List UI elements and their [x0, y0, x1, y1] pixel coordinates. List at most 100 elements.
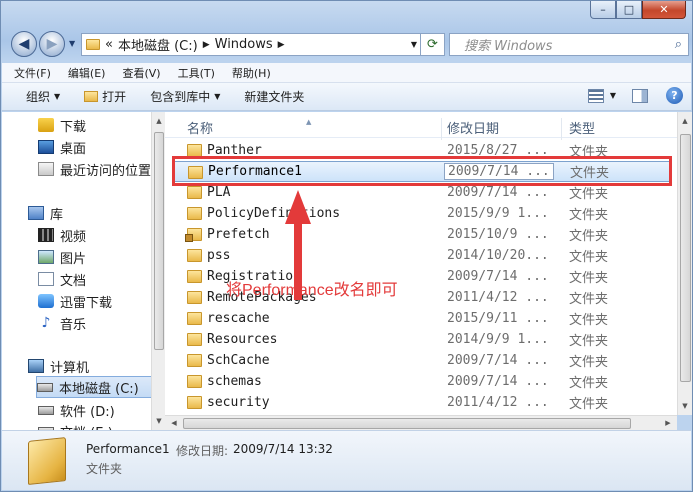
chevron-right-icon[interactable]: ▶: [203, 40, 210, 50]
view-controls: ▼ ?: [587, 87, 683, 104]
nav-header-label: 库: [50, 207, 64, 223]
nav-header-label: 计算机: [50, 360, 90, 376]
menu-bar: 文件(F) 编辑(E) 查看(V) 工具(T) 帮助(H): [2, 63, 691, 83]
scrollbar-thumb[interactable]: [680, 134, 691, 382]
breadcrumb-overflow[interactable]: «: [105, 37, 113, 52]
column-header-date[interactable]: 修改日期: [447, 118, 499, 137]
file-date: 2009/7/14 ...: [447, 185, 549, 200]
view-details-icon[interactable]: [587, 88, 604, 103]
navigation-row: ◀ ▶ ▼ « 本地磁盘 (C:) ▶ Windows ▶ ▼ ⟳ 搜索 Win…: [9, 29, 689, 59]
scrollbar-thumb[interactable]: [154, 132, 164, 350]
search-icon[interactable]: ⌕: [675, 37, 682, 52]
scroll-down-icon[interactable]: ▼: [152, 414, 166, 428]
details-date-label: 修改日期:: [176, 444, 229, 458]
scroll-up-icon[interactable]: ▲: [678, 114, 692, 128]
nav-item-libraries[interactable]: 库: [28, 202, 63, 224]
document-icon: [38, 272, 54, 286]
search-placeholder: 搜索 Windows: [464, 39, 553, 54]
maximize-button[interactable]: □: [616, 1, 642, 19]
nav-item-documents[interactable]: 文档: [38, 268, 86, 290]
column-header-type[interactable]: 类型: [569, 118, 595, 137]
thunder-icon: [38, 294, 54, 308]
video-icon: [38, 228, 54, 242]
scrollbar-thumb[interactable]: [183, 418, 631, 429]
open-folder-icon: [84, 91, 99, 102]
nav-item-computer[interactable]: 计算机: [28, 355, 89, 377]
folder-icon: [187, 207, 202, 220]
nav-item-recent-places[interactable]: 最近访问的位置: [38, 158, 151, 180]
breadcrumb-windows[interactable]: Windows: [215, 37, 273, 52]
column-header-name[interactable]: 名称: [187, 118, 213, 137]
file-date: 2011/4/12 ...: [447, 395, 549, 410]
nav-item-pictures[interactable]: 图片: [38, 246, 86, 268]
include-in-library-button[interactable]: 包含到库中 ▼: [150, 88, 220, 105]
libraries-icon: [28, 206, 44, 220]
open-button[interactable]: 打开: [84, 88, 126, 105]
menu-view[interactable]: 查看(V): [122, 65, 160, 81]
minimize-button[interactable]: –: [590, 1, 616, 19]
back-button[interactable]: ◀: [11, 31, 37, 57]
file-list-scrollbar[interactable]: ▲ ▼: [677, 112, 692, 415]
nav-item-videos[interactable]: 视频: [38, 224, 86, 246]
navigation-pane: 下载 桌面 最近访问的位置 库 视频 图片 文档 迅雷下载 ♪ 音乐 计算机 本…: [2, 112, 152, 430]
nav-pane-scrollbar[interactable]: ▲ ▼: [151, 112, 165, 430]
recent-pages-dropdown[interactable]: ▼: [69, 39, 75, 48]
file-type: 文件夹: [569, 397, 609, 412]
nav-item-label: 最近访问的位置: [60, 163, 152, 179]
computer-icon: [28, 359, 44, 373]
table-row[interactable]: rescache 2015/9/11 ... 文件夹: [173, 308, 671, 329]
nav-item-desktop[interactable]: 桌面: [38, 136, 86, 158]
menu-edit[interactable]: 编辑(E): [68, 65, 106, 81]
organize-button[interactable]: 组织 ▼: [26, 88, 60, 105]
nav-item-music[interactable]: ♪ 音乐: [38, 312, 86, 334]
file-name: pss: [207, 248, 231, 263]
nav-item-drive-e[interactable]: 文档 (E:): [38, 420, 113, 430]
menu-file[interactable]: 文件(F): [14, 65, 51, 81]
folder-icon: [86, 39, 100, 50]
scroll-left-icon[interactable]: ◀: [167, 416, 181, 430]
column-divider[interactable]: [441, 118, 442, 140]
table-row[interactable]: security 2011/4/12 ... 文件夹: [173, 392, 671, 413]
table-row[interactable]: Resources 2014/9/9 1... 文件夹: [173, 329, 671, 350]
nav-item-downloads[interactable]: 下载: [38, 114, 86, 136]
scroll-up-icon[interactable]: ▲: [152, 114, 166, 128]
horizontal-scrollbar[interactable]: ◀ ▶: [165, 415, 677, 430]
breadcrumb-local-disk[interactable]: 本地磁盘 (C:): [118, 35, 198, 54]
new-folder-button[interactable]: 新建文件夹: [244, 88, 304, 105]
menu-help[interactable]: 帮助(H): [232, 65, 271, 81]
preview-pane-icon[interactable]: [632, 88, 648, 103]
file-name: Resources: [207, 332, 278, 347]
refresh-button[interactable]: ⟳: [421, 33, 445, 56]
file-date: 2015/9/9 1...: [447, 206, 549, 221]
nav-item-label: 视频: [60, 229, 87, 245]
search-input[interactable]: 搜索 Windows ⌕: [449, 33, 689, 56]
chevron-down-icon: ▼: [54, 92, 61, 101]
nav-item-thunder-downloads[interactable]: 迅雷下载: [38, 290, 112, 312]
address-dropdown-icon[interactable]: ▼: [411, 40, 417, 49]
scroll-right-icon[interactable]: ▶: [661, 416, 675, 430]
column-divider[interactable]: [561, 118, 562, 140]
forward-button[interactable]: ▶: [39, 31, 65, 57]
help-icon[interactable]: ?: [666, 87, 683, 104]
nav-item-drive-d[interactable]: 软件 (D:): [38, 399, 115, 421]
chevron-right-icon[interactable]: ▶: [278, 40, 285, 50]
menu-tools[interactable]: 工具(T): [178, 65, 215, 81]
table-row[interactable]: Prefetch 2015/10/9 ... 文件夹: [173, 224, 671, 245]
folder-icon: [187, 333, 202, 346]
table-row[interactable]: SchCache 2009/7/14 ... 文件夹: [173, 350, 671, 371]
arrow-right-icon: ▶: [46, 36, 58, 52]
file-name: schemas: [207, 374, 262, 389]
arrow-left-icon: ◀: [18, 36, 30, 52]
table-row[interactable]: PolicyDefinitions 2015/9/9 1... 文件夹: [173, 203, 671, 224]
close-button[interactable]: ✕: [642, 1, 686, 19]
nav-item-local-disk-c[interactable]: 本地磁盘 (C:): [36, 376, 152, 398]
command-bar: 组织 ▼ 打开 包含到库中 ▼ 新建文件夹 ▼ ?: [2, 83, 691, 111]
view-dropdown-icon[interactable]: ▼: [610, 91, 616, 100]
scroll-down-icon[interactable]: ▼: [678, 399, 692, 413]
table-row[interactable]: schemas 2009/7/14 ... 文件夹: [173, 371, 671, 392]
table-row[interactable]: pss 2014/10/20... 文件夹: [173, 245, 671, 266]
file-type: 文件夹: [569, 355, 609, 370]
address-bar[interactable]: « 本地磁盘 (C:) ▶ Windows ▶ ▼: [81, 33, 421, 56]
file-type: 文件夹: [569, 250, 609, 265]
nav-item-label: 本地磁盘 (C:): [59, 381, 139, 397]
